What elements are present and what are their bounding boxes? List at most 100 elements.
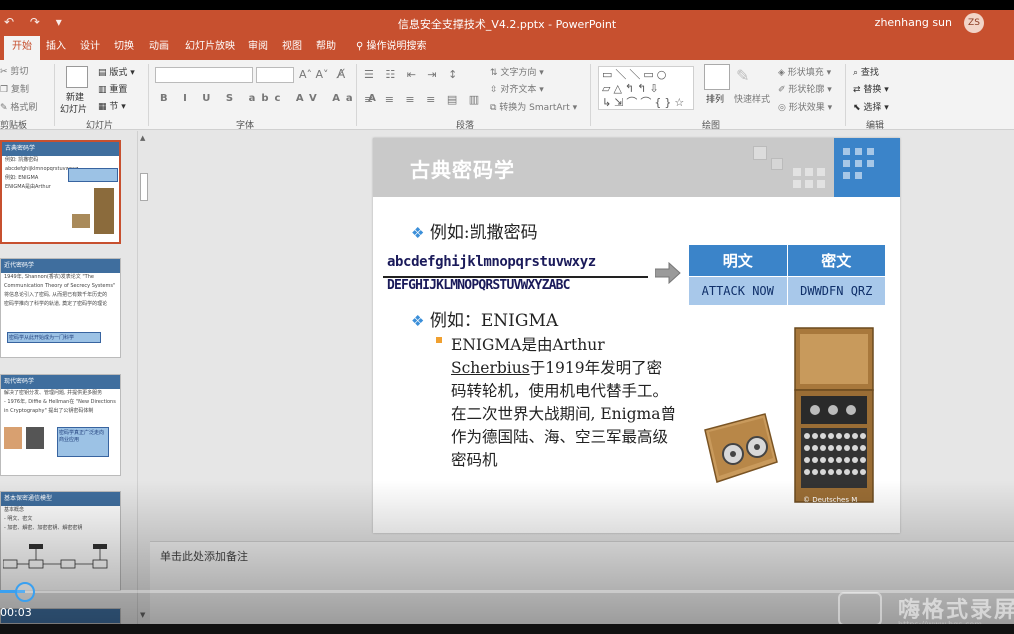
thumbnail-line: 基本概念 [4, 507, 25, 513]
font-name-combo[interactable] [155, 67, 253, 83]
tab-transitions[interactable]: 切换 [106, 36, 142, 60]
slide-thumbnail-2[interactable]: 近代密码学 1949年, Shannon(香农)发表论文 "The Commun… [0, 258, 121, 358]
video-progress-knob[interactable] [15, 582, 35, 602]
align-text-icon: ⇳ [490, 85, 501, 95]
thumbnail-diagram [3, 544, 108, 569]
quick-styles-icon[interactable]: ✎ [736, 66, 749, 85]
quick-styles-button[interactable]: 快速样式 [734, 92, 770, 105]
enigma-key [804, 445, 810, 451]
cipher-alphabet[interactable]: DEFGHIJKLMNOPQRSTUVWXYZABC [387, 278, 571, 293]
tab-animations[interactable]: 动画 [141, 36, 177, 60]
thumbnail-title: 基本保密通信模型 [1, 492, 120, 506]
user-name[interactable]: zhenhang sun [875, 16, 952, 29]
shapes-gallery[interactable]: ▭＼＼▭○ ▱△↰↰⇩ ↳⇲⌒⌒{}☆ [598, 66, 694, 110]
enigma-description[interactable]: ENIGMA是由Arthur Scherbius于1919年发明了密码转轮机，使… [451, 334, 676, 472]
new-slide-icon[interactable] [66, 66, 88, 88]
thumbnail-line: 1949年, Shannon(香农)发表论文 "The [4, 274, 94, 280]
thumbnail-scrollbar[interactable]: ▲ ▼ [137, 131, 150, 624]
arrange-button[interactable]: 排列 [706, 92, 724, 105]
cut-button[interactable]: ✂ 剪切 [0, 64, 28, 77]
font-group-label: 字体 [236, 121, 255, 131]
thumbnail-title: 古典密码学 [2, 142, 119, 156]
shape-fill-button[interactable]: ◈ 形状填充 ▾ [778, 65, 831, 78]
enigma-machine-body [794, 327, 874, 503]
font-size-combo[interactable] [256, 67, 294, 83]
layout-button[interactable]: ▤ 版式 ▾ [98, 65, 135, 78]
new-slide-label-2[interactable]: 幻灯片 [60, 102, 87, 115]
enigma-key [860, 457, 866, 463]
tab-insert[interactable]: 插入 [38, 36, 74, 60]
enigma-machine-image[interactable]: © Deutsches M [703, 326, 893, 506]
replace-icon: ⇄ [853, 85, 864, 95]
enigma-key [844, 433, 850, 439]
enigma-text-part: ENIGMA是由Arthur [451, 336, 605, 354]
ribbon-separator [54, 64, 55, 126]
align-text-button[interactable]: ⇳ 对齐文本 ▾ [490, 82, 544, 95]
thumbnail-image [72, 214, 90, 228]
font-grow-shrink-buttons[interactable]: A˄ A˅ [299, 68, 329, 81]
copy-button[interactable]: ❐ 复制 [0, 82, 29, 95]
header-decoration [793, 168, 801, 176]
tab-review[interactable]: 审阅 [240, 36, 276, 60]
slide-title[interactable]: 古典密码学 [410, 154, 515, 183]
shape-outline-button[interactable]: ✐ 形状轮廓 ▾ [778, 82, 832, 95]
thumbnail-line: - 加密、解密、加密密钥、解密密钥 [4, 525, 83, 531]
tab-design[interactable]: 设计 [72, 36, 108, 60]
header-decoration [771, 158, 783, 170]
table-cell-plaintext: ATTACK NOW [688, 275, 788, 307]
scrollbar-thumb[interactable] [140, 173, 148, 201]
thumbnail-callout: 密码学真正广泛走向商业应用 [57, 427, 109, 457]
slide-thumbnail-4[interactable]: 基本保密通信模型 基本概念 - 明文、密文 - 加密、解密、加密密钥、解密密钥 [0, 491, 121, 591]
plain-alphabet[interactable]: abcdefghijklmnopqrstuvwxyz [387, 254, 596, 270]
tab-slideshow[interactable]: 幻灯片放映 [177, 36, 243, 60]
thumbnail-line: in Cryptography" 提出了公钥密码体制 [4, 408, 94, 414]
tab-view[interactable]: 视图 [274, 36, 310, 60]
section-button[interactable]: ▦ 节 ▾ [98, 99, 126, 112]
select-button[interactable]: ⬉ 选择 ▾ [853, 100, 889, 113]
list-buttons[interactable]: ☰ ☷ ⇤ ⇥ ↕ [364, 68, 461, 81]
avatar[interactable]: ZS [964, 13, 984, 33]
enigma-key [852, 469, 858, 475]
enigma-key [812, 445, 818, 451]
clear-format-button[interactable]: A̸ [337, 67, 345, 81]
enigma-key [812, 457, 818, 463]
slide-thumbnail-3[interactable]: 现代密码学 解决了密钥分发、管理问题, 并提供更多服务 - 1976年, Dif… [0, 374, 121, 476]
tab-home[interactable]: 开始 [4, 36, 40, 60]
text-direction-button[interactable]: ⇅ 文字方向 ▾ [490, 65, 544, 78]
find-button[interactable]: ⌕ 查找 [853, 65, 879, 78]
replace-button[interactable]: ⇄ 替换 ▾ [853, 82, 889, 95]
enigma-key [852, 457, 858, 463]
header-decoration [843, 160, 850, 167]
reset-button[interactable]: ▥ 重置 [98, 82, 127, 95]
slides-group-label: 幻灯片 [86, 121, 114, 131]
format-painter-button[interactable]: ✎ 格式刷 [0, 100, 37, 113]
scroll-up-icon[interactable]: ▲ [140, 134, 145, 142]
example-enigma[interactable]: ❖ 例如：ENIGMA [411, 306, 558, 331]
caesar-example-table[interactable]: 明文 密文 ATTACK NOW DWWDFN QRZ [688, 244, 886, 307]
header-decoration [817, 180, 825, 188]
notes-placeholder[interactable]: 单击此处添加备注 [160, 548, 248, 564]
tab-help[interactable]: 帮助 [308, 36, 344, 60]
cursor-icon: ⬉ [853, 103, 864, 113]
enigma-key [860, 445, 866, 451]
header-blue-block [834, 138, 900, 197]
shape-effects-button[interactable]: ◎ 形状效果 ▾ [778, 100, 832, 113]
enigma-key [812, 433, 818, 439]
font-style-buttons[interactable]: B I U S abc AV Aa A [160, 93, 382, 104]
document-title: 信息安全支撑技术_V4.2.pptx - PowerPoint [397, 18, 617, 31]
tell-me-search[interactable]: ⚲ 操作说明搜索 [348, 36, 435, 60]
current-slide[interactable]: 古典密码学 ❖ 例如:凯撒密码 abcdefghijklmnopqrstuvwx… [373, 138, 900, 533]
example-enigma-text: 例如：ENIGMA [429, 311, 559, 331]
copy-label: 复制 [10, 85, 29, 95]
example-caesar[interactable]: ❖ 例如:凯撒密码 [411, 218, 538, 243]
thumbnail-photo [26, 427, 44, 449]
slide-thumbnail-1[interactable]: 古典密码学 例如: 凯撒密码 abcdefghijklmnopqrstuvwxy… [0, 140, 121, 244]
header-decoration [805, 168, 813, 176]
clipboard-group-label: 剪贴板 [0, 121, 28, 131]
arrange-icon[interactable] [704, 64, 730, 90]
convert-smartart-button[interactable]: ⧉ 转换为 SmartArt ▾ [490, 100, 577, 113]
scroll-down-icon[interactable]: ▼ [140, 611, 145, 619]
align-buttons[interactable]: ≡ ≡ ≡ ≡ ▤ ▥ [364, 93, 483, 106]
align-text-label: 对齐文本 [500, 85, 537, 95]
thumbnail-line: - 1976年, Diffie & Hellman在 "New Directio… [4, 399, 116, 405]
